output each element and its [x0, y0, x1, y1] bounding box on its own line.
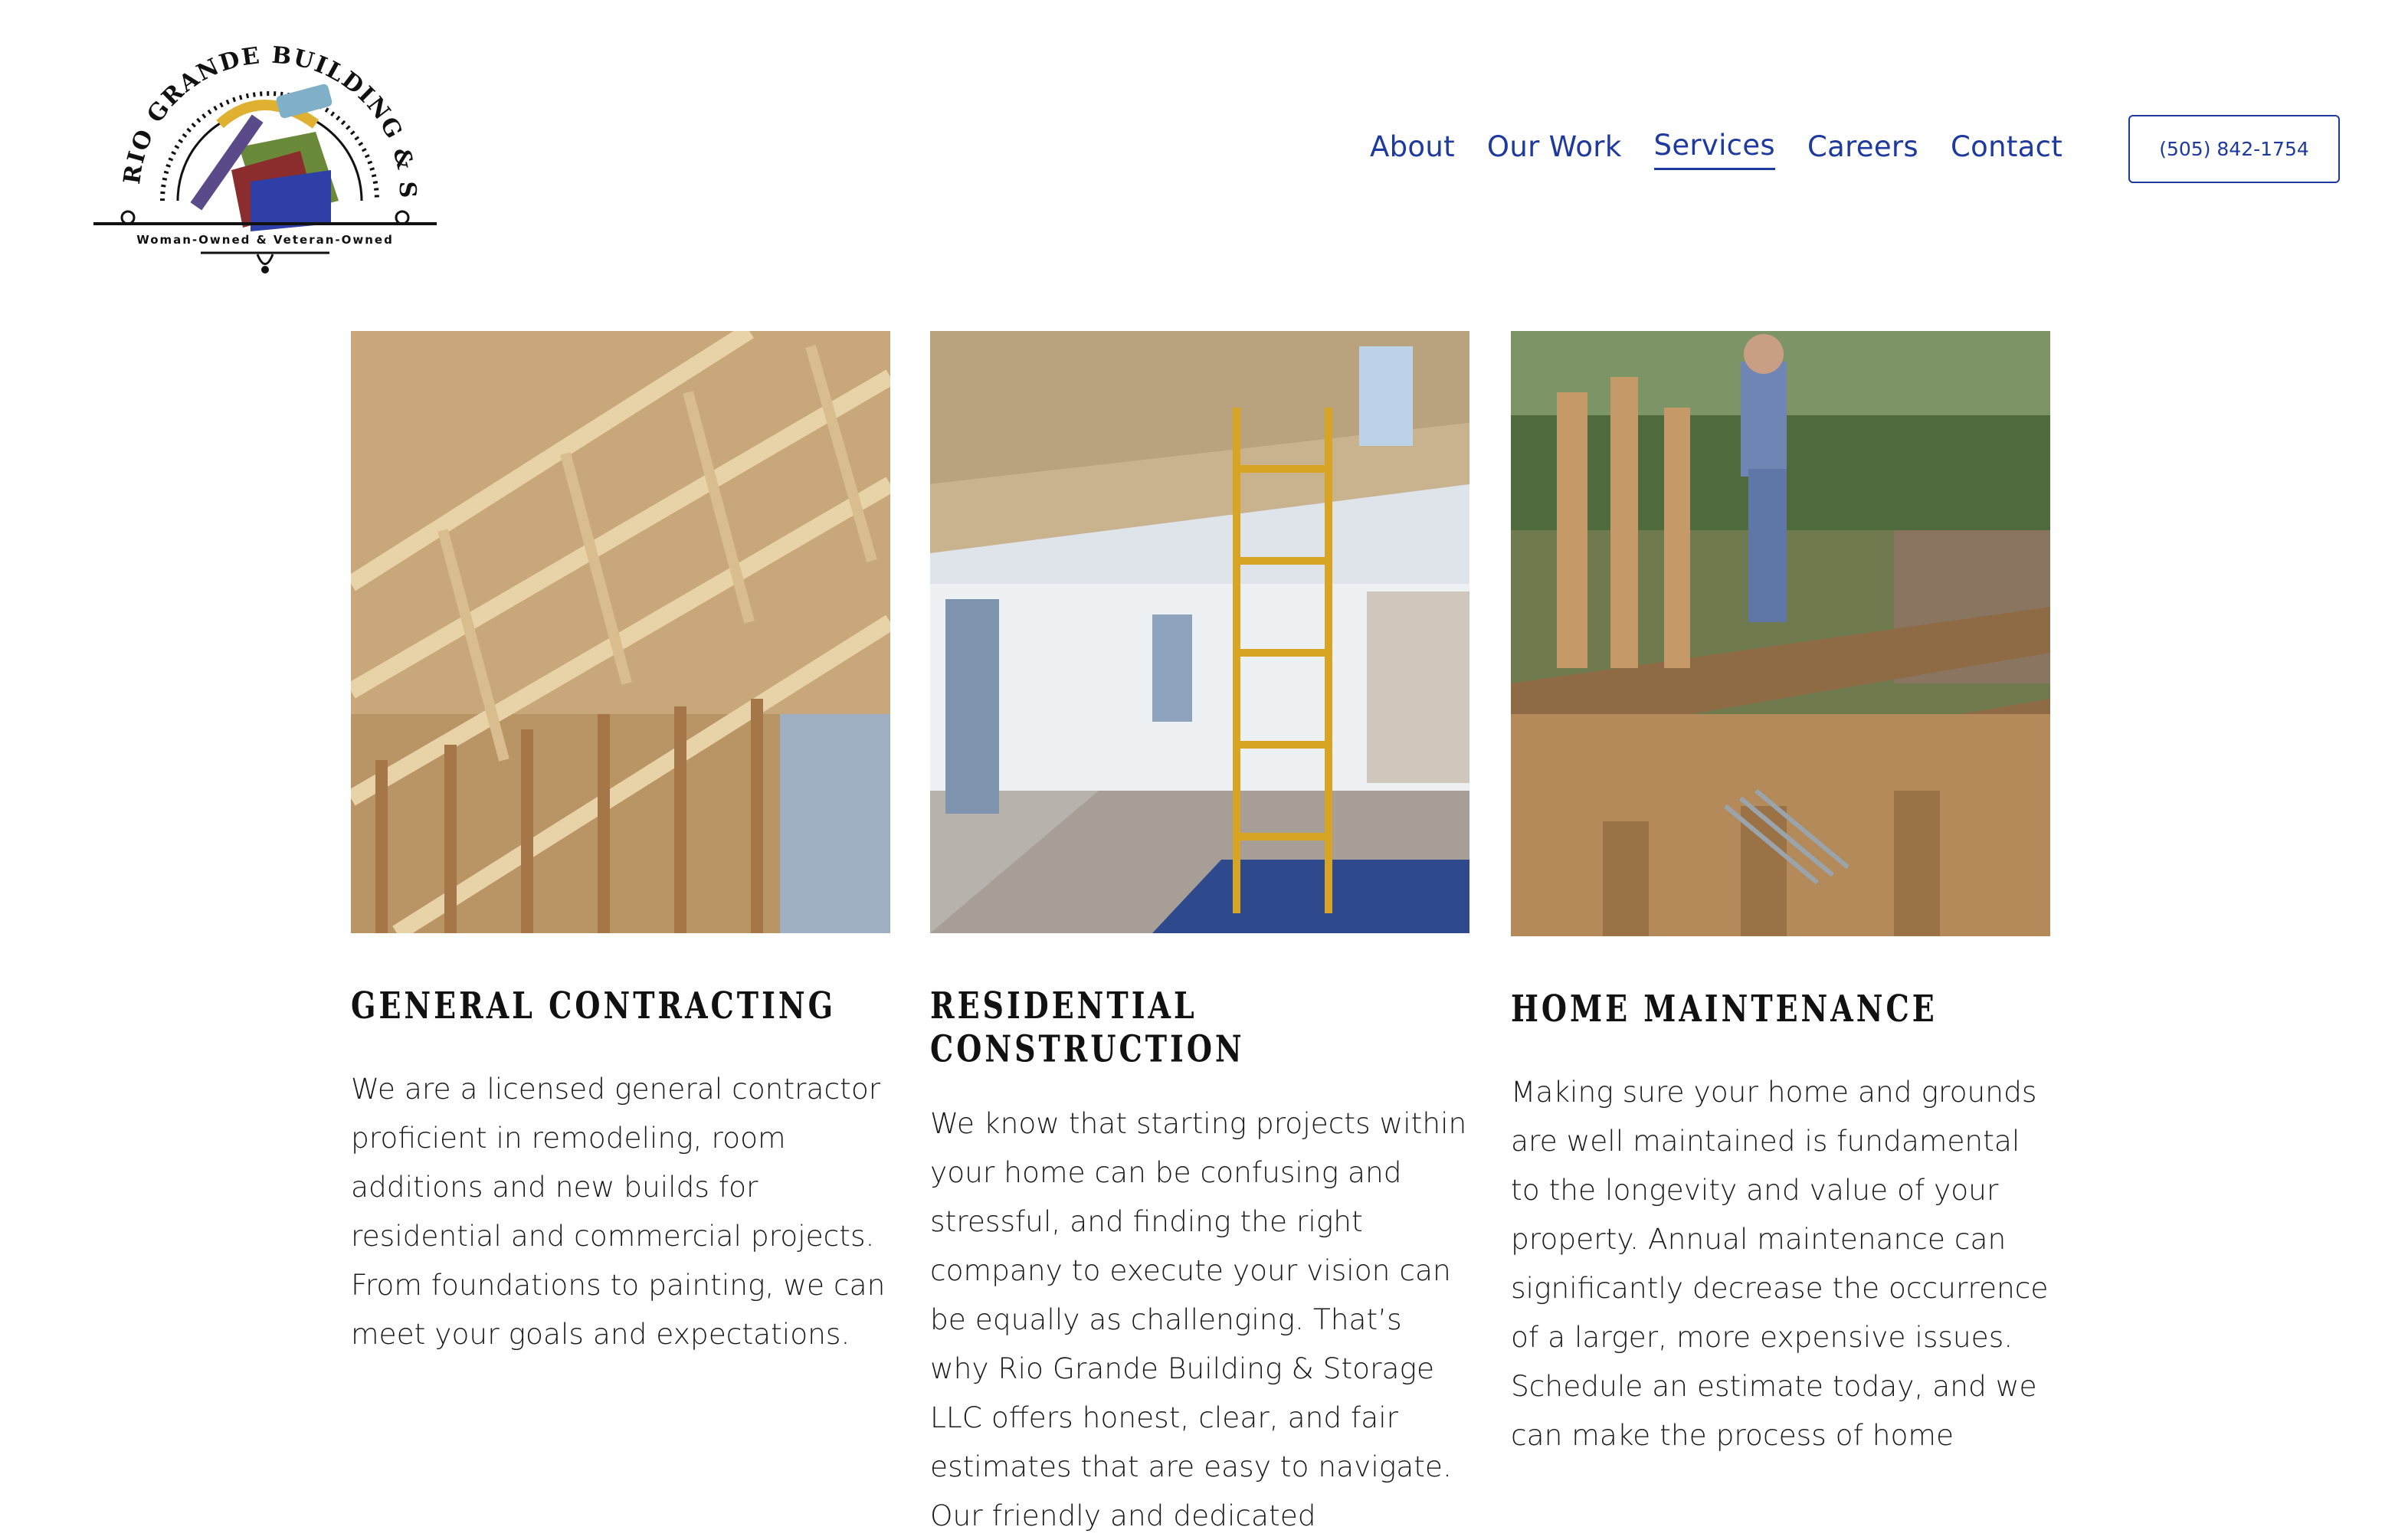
service-title: Residential Construction — [930, 984, 1245, 1070]
service-card-residential-construction: Residential Construction We know that st… — [930, 331, 1469, 1540]
company-logo[interactable]: RIO GRANDE BUILDING & STORAGE Woman-Owne… — [86, 17, 444, 280]
service-description: Making sure your home and grounds are we… — [1511, 1075, 2049, 1452]
logo-emblem-icon: RIO GRANDE BUILDING & STORAGE Woman-Owne… — [86, 17, 437, 274]
service-card-home-maintenance: Home Maintenance Making sure your home a… — [1511, 331, 2050, 1460]
phone-button[interactable]: (505) 842-1754 — [2128, 115, 2340, 183]
service-card-general-contracting: General Contracting We are a licensed ge… — [351, 331, 890, 1358]
nav-careers[interactable]: Careers — [1807, 130, 1918, 169]
deck-demolition-photo — [1511, 331, 2050, 936]
svg-text:Woman-Owned & Veteran-Owned: Woman-Owned & Veteran-Owned — [136, 233, 394, 247]
main-nav: About Our Work Services Careers Contact — [1370, 129, 2062, 170]
nav-our-work[interactable]: Our Work — [1487, 130, 1622, 169]
roof-trusses-photo — [351, 331, 890, 933]
nav-services[interactable]: Services — [1653, 129, 1775, 170]
service-title: General Contracting — [351, 984, 837, 1027]
service-description: We know that starting projects within yo… — [930, 1106, 1467, 1532]
service-description: We are a licensed general contractor pro… — [351, 1072, 886, 1351]
nav-contact[interactable]: Contact — [1951, 130, 2062, 169]
nav-about[interactable]: About — [1370, 130, 1455, 169]
service-title: Home Maintenance — [1511, 987, 1938, 1030]
interior-scaffolding-photo — [930, 331, 1469, 933]
